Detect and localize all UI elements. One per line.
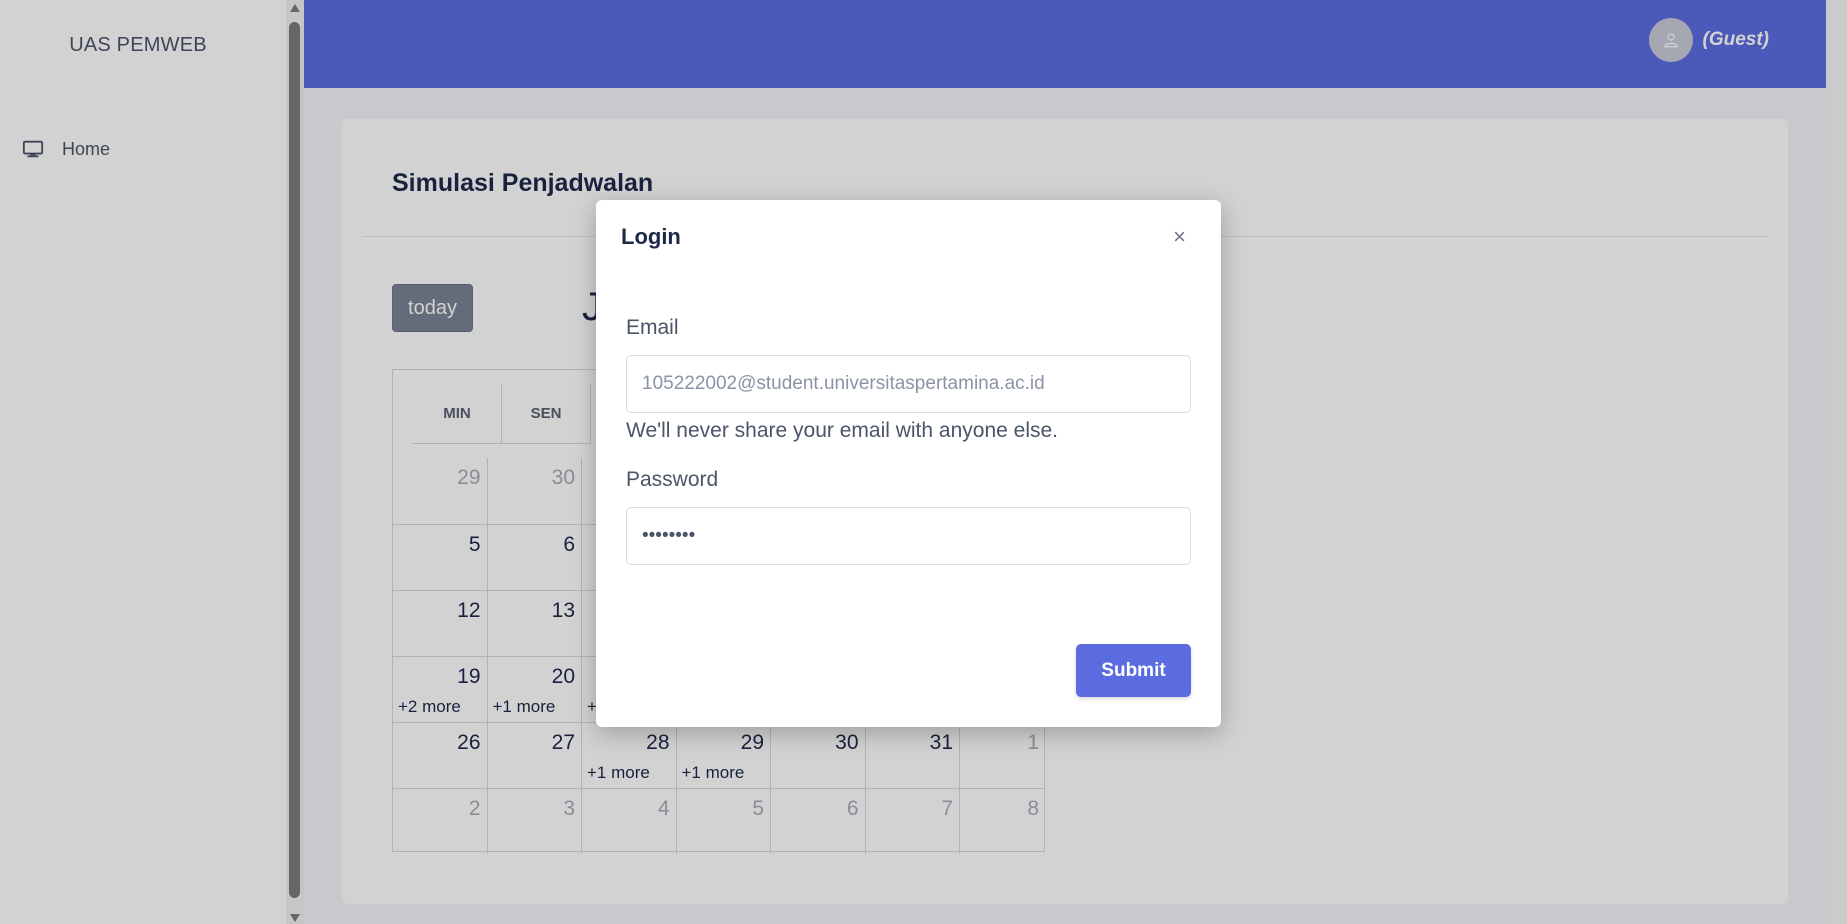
close-icon[interactable]: ×	[1173, 226, 1186, 248]
password-field[interactable]	[626, 507, 1191, 565]
login-modal: Login × Email We'll never share your ema…	[596, 200, 1221, 727]
modal-title: Login	[621, 224, 681, 249]
email-field[interactable]	[626, 355, 1191, 413]
submit-button[interactable]: Submit	[1076, 644, 1191, 697]
email-label: Email	[626, 316, 679, 339]
email-help-text: We'll never share your email with anyone…	[626, 419, 1058, 442]
password-label: Password	[626, 468, 719, 491]
